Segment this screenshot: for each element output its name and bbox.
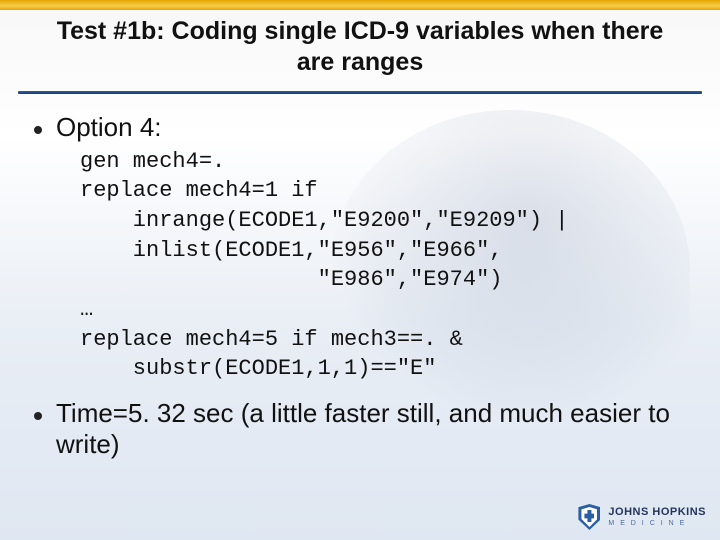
slide: Test #1b: Coding single ICD-9 variables … [0,0,720,540]
slide-body: Option 4: gen mech4=. replace mech4=1 if… [0,94,720,461]
code-block: gen mech4=. replace mech4=1 if inrange(E… [80,147,686,385]
bullet-timing-text: Time=5. 32 sec (a little faster still, a… [56,398,686,460]
logo-name: JOHNS HOPKINS [608,507,706,518]
gold-accent-bar [0,0,720,10]
bullet-dot-icon [34,412,42,420]
logo-text: JOHNS HOPKINS M E D I C I N E [608,507,706,527]
title-container: Test #1b: Coding single ICD-9 variables … [0,10,720,87]
footer-logo: JOHNS HOPKINS M E D I C I N E [578,504,706,530]
bullet-option-text: Option 4: [56,112,162,143]
logo-subtitle: M E D I C I N E [608,520,706,527]
slide-title: Test #1b: Coding single ICD-9 variables … [40,16,680,79]
bullet-option: Option 4: [34,112,686,143]
shield-icon [578,504,600,530]
bullet-timing: Time=5. 32 sec (a little faster still, a… [34,398,686,460]
bullet-dot-icon [34,126,42,134]
